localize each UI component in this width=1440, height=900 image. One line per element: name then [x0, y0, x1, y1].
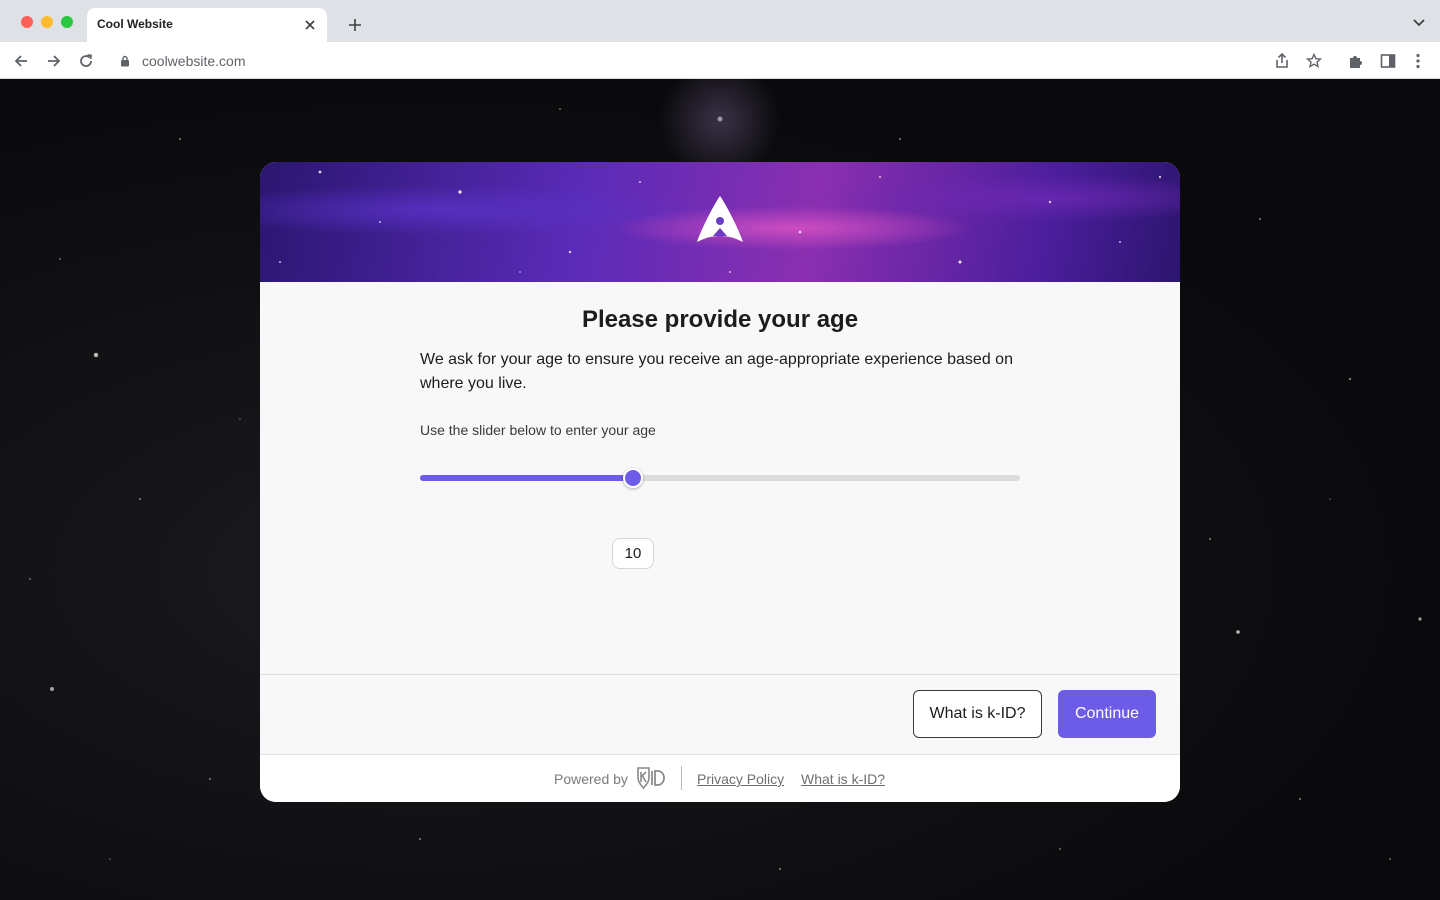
dialog-footer: Powered by Privacy Policy What is k-ID? — [260, 755, 1180, 802]
address-bar[interactable]: coolwebsite.com — [110, 46, 1330, 75]
close-icon[interactable] — [301, 16, 319, 34]
age-gate-dialog: Please provide your age We ask for your … — [260, 162, 1180, 802]
galaxy-banner — [260, 162, 1180, 282]
plus-icon[interactable] — [344, 14, 366, 36]
privacy-policy-link[interactable]: Privacy Policy — [697, 771, 784, 787]
bookmark-star-icon[interactable] — [1303, 50, 1325, 72]
tab-title: Cool Website — [97, 17, 173, 31]
extensions-icon[interactable] — [1345, 50, 1367, 72]
powered-by-text: Powered by — [554, 771, 628, 787]
url-text: coolwebsite.com — [142, 53, 246, 69]
window-maximize-button[interactable] — [61, 16, 73, 28]
back-arrow-icon[interactable] — [10, 50, 32, 72]
browser-tab-bar: Cool Website — [0, 0, 1440, 42]
footer-divider — [681, 766, 682, 790]
rocket-logo-icon — [697, 196, 743, 242]
share-icon[interactable] — [1271, 50, 1293, 72]
what-is-kid-link[interactable]: What is k-ID? — [801, 771, 885, 787]
kid-shield-logo-icon — [637, 767, 665, 790]
page-background: Please provide your age We ask for your … — [0, 79, 1440, 900]
dialog-description: We ask for your age to ensure you receiv… — [420, 351, 1013, 392]
divider — [260, 674, 1180, 675]
sidebar-icon[interactable] — [1377, 50, 1399, 72]
window-minimize-button[interactable] — [41, 16, 53, 28]
age-slider[interactable] — [420, 466, 1020, 490]
browser-tab[interactable]: Cool Website — [87, 8, 327, 42]
more-menu-icon[interactable] — [1407, 50, 1429, 72]
window-close-button[interactable] — [21, 16, 33, 28]
slider-label: Use the slider below to enter your age — [420, 422, 656, 438]
slider-fill — [420, 475, 633, 481]
dialog-title: Please provide your age — [581, 306, 859, 333]
forward-arrow-icon[interactable] — [43, 50, 65, 72]
slider-handle[interactable] — [623, 468, 643, 488]
reload-icon[interactable] — [75, 50, 97, 72]
what-is-kid-button[interactable]: What is k-ID? — [913, 690, 1042, 738]
chevron-down-icon[interactable] — [1412, 15, 1428, 31]
continue-button[interactable]: Continue — [1058, 690, 1156, 738]
lock-icon — [120, 54, 130, 72]
age-value-display: 10 — [612, 538, 654, 569]
browser-toolbar: coolwebsite.com — [0, 42, 1440, 79]
